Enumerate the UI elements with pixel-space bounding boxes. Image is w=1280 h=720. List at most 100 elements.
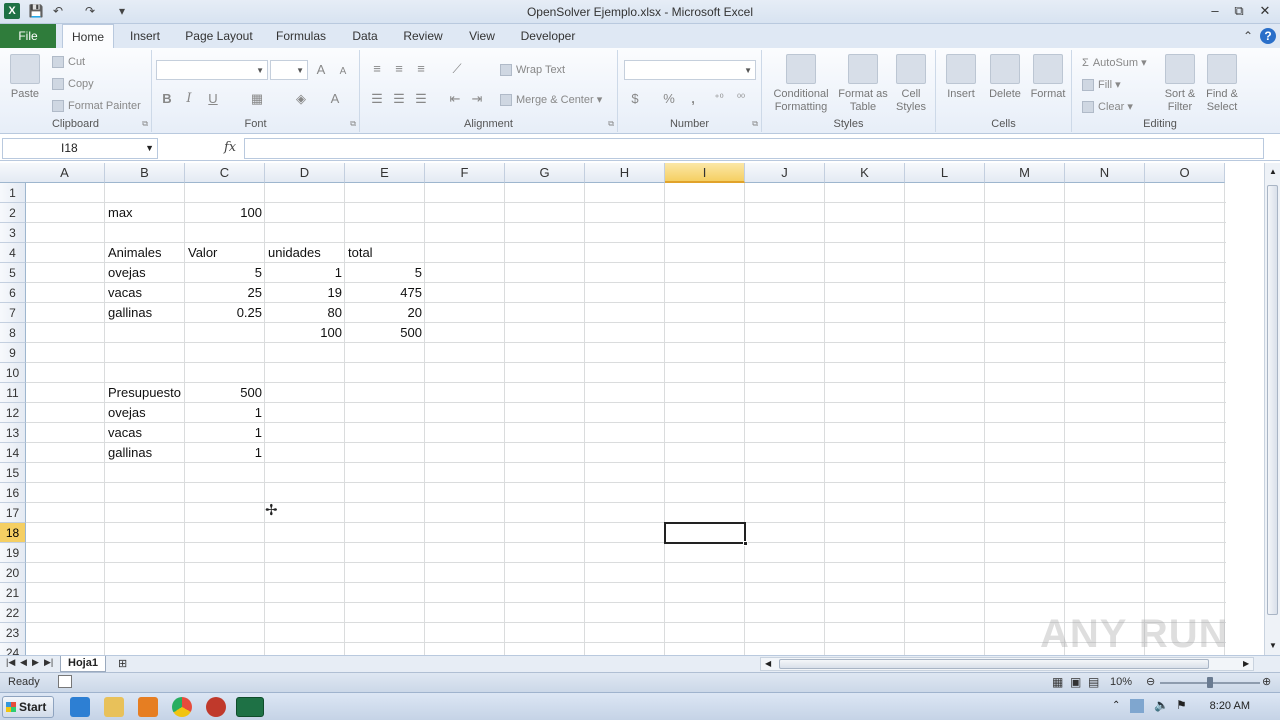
worksheet-grid[interactable]: ABCDEFGHIJKLMNO 1 2 3 4 5 6 7 8 9 10 11 12 13 14 15 16 1…: [0, 163, 1264, 655]
vertical-scroll-thumb[interactable]: [1267, 185, 1278, 615]
help-icon[interactable]: ?: [1260, 28, 1276, 44]
format-cells-button[interactable]: Format: [1026, 54, 1070, 101]
row-header-8[interactable]: 8: [0, 323, 26, 343]
column-header-n[interactable]: N: [1065, 163, 1145, 183]
column-header-o[interactable]: O: [1145, 163, 1225, 183]
cell-e6[interactable]: 475: [345, 283, 425, 303]
paste-button[interactable]: Paste: [6, 54, 44, 101]
row-header-14[interactable]: 14: [0, 443, 26, 463]
cell-e5[interactable]: 5: [345, 263, 425, 283]
cell-b12[interactable]: ovejas: [105, 403, 185, 423]
tab-view[interactable]: View: [462, 24, 502, 48]
column-header-g[interactable]: G: [505, 163, 585, 183]
macro-record-icon[interactable]: [58, 675, 72, 688]
active-cell[interactable]: [664, 522, 748, 546]
row-header-24[interactable]: 24: [0, 643, 26, 655]
cell-b13[interactable]: vacas: [105, 423, 185, 443]
comma-button[interactable]: ,: [684, 90, 702, 108]
align-left-icon[interactable]: ☰: [368, 90, 386, 108]
column-header-j[interactable]: J: [745, 163, 825, 183]
column-header-h[interactable]: H: [585, 163, 665, 183]
zoom-level[interactable]: 10%: [1110, 676, 1132, 688]
formula-input[interactable]: [244, 138, 1264, 159]
row-header-18[interactable]: 18: [0, 523, 26, 543]
network-icon[interactable]: [1130, 699, 1144, 713]
column-header-k[interactable]: K: [825, 163, 905, 183]
insert-cells-button[interactable]: Insert: [940, 54, 982, 101]
cell-c7[interactable]: 0.25: [185, 303, 265, 323]
column-header-m[interactable]: M: [985, 163, 1065, 183]
sort-filter-button[interactable]: Sort & Filter: [1160, 54, 1200, 114]
orientation-icon[interactable]: ⟋: [448, 60, 466, 78]
column-header-e[interactable]: E: [345, 163, 425, 183]
minimize-ribbon-icon[interactable]: ⌃: [1240, 28, 1256, 44]
select-all-corner[interactable]: [0, 163, 26, 183]
align-right-icon[interactable]: ☰: [412, 90, 430, 108]
horizontal-scrollbar[interactable]: ◀ ▶: [760, 657, 1254, 671]
cell-b2[interactable]: max: [105, 203, 185, 223]
cell-d4[interactable]: unidades: [265, 243, 345, 263]
tab-data[interactable]: Data: [344, 24, 386, 48]
row-header-20[interactable]: 20: [0, 563, 26, 583]
merge-center-button[interactable]: Merge & Center ▾: [500, 93, 602, 107]
normal-view-icon[interactable]: ▦: [1052, 675, 1063, 689]
shrink-font-button[interactable]: A: [334, 63, 352, 81]
underline-button[interactable]: U: [204, 90, 222, 108]
decrease-indent-icon[interactable]: ⇤: [446, 90, 464, 108]
copy-button[interactable]: Copy: [52, 78, 94, 91]
increase-indent-icon[interactable]: ⇥: [468, 90, 486, 108]
align-middle-icon[interactable]: ≡: [390, 60, 408, 78]
next-sheet-icon[interactable]: ▶: [32, 657, 39, 668]
decrease-decimal-icon[interactable]: ⁰⁰: [732, 90, 750, 108]
cell-c4[interactable]: Valor: [185, 243, 265, 263]
increase-decimal-icon[interactable]: ⁺⁰: [710, 90, 728, 108]
horizontal-scroll-thumb[interactable]: [779, 659, 1209, 669]
excel-taskbar-icon[interactable]: [236, 697, 264, 717]
insert-function-icon[interactable]: fx: [224, 140, 236, 155]
cell-e8[interactable]: 500: [345, 323, 425, 343]
row-header-15[interactable]: 15: [0, 463, 26, 483]
row-header-21[interactable]: 21: [0, 583, 26, 603]
conditional-formatting-button[interactable]: Conditional Formatting: [766, 54, 836, 114]
cell-styles-button[interactable]: Cell Styles: [890, 54, 932, 114]
cell-e7[interactable]: 20: [345, 303, 425, 323]
new-sheet-icon[interactable]: ⊞: [118, 657, 127, 670]
cell-c14[interactable]: 1: [185, 443, 265, 463]
scroll-down-icon[interactable]: ▼: [1269, 641, 1277, 650]
row-header-19[interactable]: 19: [0, 543, 26, 563]
column-header-f[interactable]: F: [425, 163, 505, 183]
media-player-icon[interactable]: [138, 697, 158, 717]
fill-color-icon[interactable]: ◈: [292, 90, 310, 108]
tab-review[interactable]: Review: [396, 24, 450, 48]
tab-developer[interactable]: Developer: [514, 24, 582, 48]
row-header-5[interactable]: 5: [0, 263, 26, 283]
row-header-3[interactable]: 3: [0, 223, 26, 243]
tab-page-layout[interactable]: Page Layout: [180, 24, 258, 48]
page-break-view-icon[interactable]: ▤: [1088, 675, 1099, 689]
action-center-flag-icon[interactable]: ⚑: [1176, 698, 1187, 712]
column-header-i[interactable]: I: [665, 163, 745, 183]
column-header-d[interactable]: D: [265, 163, 345, 183]
currency-button[interactable]: $: [626, 90, 644, 108]
close-button[interactable]: ✕: [1256, 2, 1274, 20]
start-button[interactable]: Start: [2, 696, 54, 718]
number-format-combo[interactable]: ▼: [624, 60, 756, 80]
cell-e4[interactable]: total: [345, 243, 425, 263]
cell-c5[interactable]: 5: [185, 263, 265, 283]
zoom-in-icon[interactable]: ⊕: [1262, 675, 1271, 688]
vertical-scrollbar[interactable]: ▲ ▼: [1264, 163, 1280, 655]
chrome-icon[interactable]: [172, 697, 192, 717]
row-header-2[interactable]: 2: [0, 203, 26, 223]
row-header-16[interactable]: 16: [0, 483, 26, 503]
name-box[interactable]: I18 ▼: [2, 138, 158, 159]
find-select-button[interactable]: Find & Select: [1202, 54, 1242, 114]
tab-insert[interactable]: Insert: [122, 24, 168, 48]
borders-icon[interactable]: ▦: [248, 90, 266, 108]
align-top-icon[interactable]: ≡: [368, 60, 386, 78]
page-layout-view-icon[interactable]: ▣: [1070, 675, 1081, 689]
italic-button[interactable]: I: [180, 90, 198, 108]
prev-sheet-icon[interactable]: ◀: [20, 657, 27, 668]
restore-button[interactable]: ⧉: [1230, 2, 1248, 20]
clear-button[interactable]: Clear ▾: [1082, 100, 1133, 114]
tray-expand-icon[interactable]: ⌃: [1112, 700, 1120, 711]
